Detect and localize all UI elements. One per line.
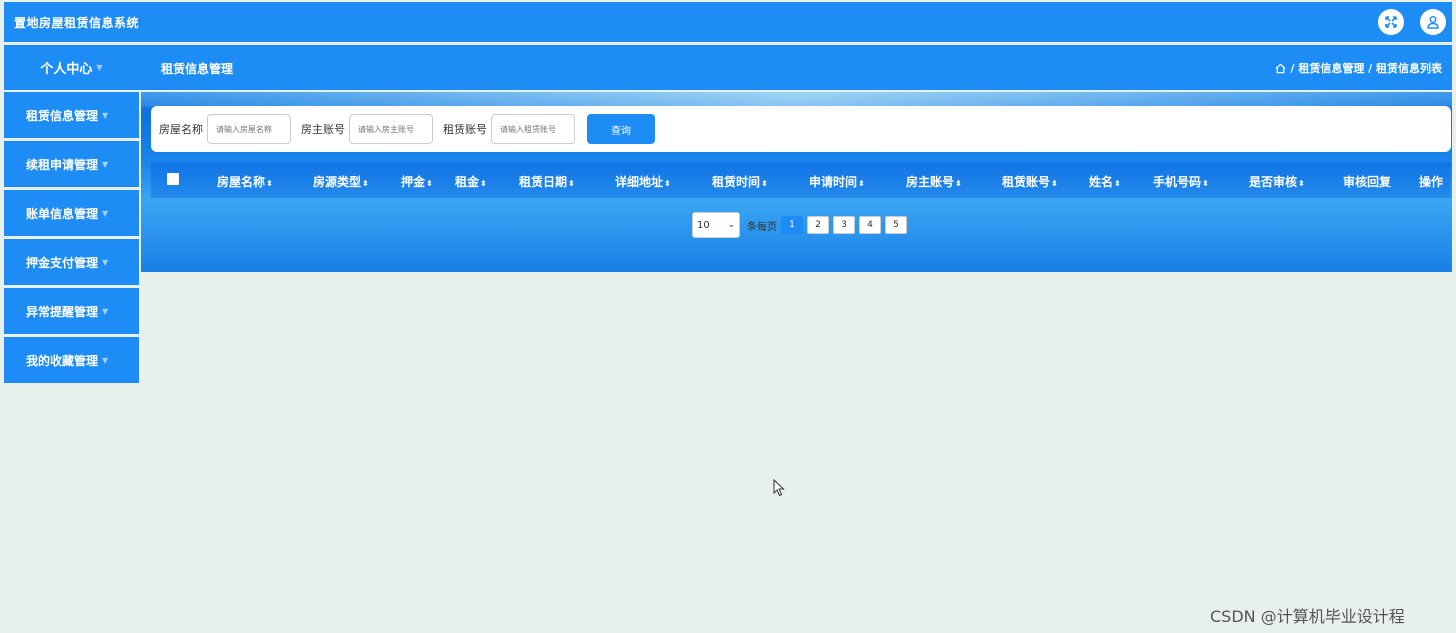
mouse-cursor-icon xyxy=(773,479,785,497)
column-header[interactable]: 租赁账号⬍ xyxy=(1002,173,1058,190)
user-icon[interactable] xyxy=(1420,9,1446,35)
column-header: 审核回复 xyxy=(1343,175,1392,189)
sidebar-item-label: 续租申请管理 xyxy=(26,157,99,172)
sidebar-item-label: 押金支付管理 xyxy=(26,255,99,270)
house-name-input[interactable] xyxy=(207,114,291,144)
table-header: 房屋名称⬍ 房源类型⬍ 押金⬍ 租金⬍ 租赁日期⬍ 详细地址⬍ 租赁时间⬍ 申请… xyxy=(151,162,1451,198)
column-header[interactable]: 租赁日期⬍ xyxy=(519,173,575,190)
query-button[interactable]: 查询 xyxy=(587,114,655,144)
caret-down-icon: ▼ xyxy=(102,159,109,169)
column-header[interactable]: 是否审核⬍ xyxy=(1249,173,1305,190)
sidebar-item-label: 异常提醒管理 xyxy=(26,304,99,319)
app-title: 置地房屋租赁信息系统 xyxy=(14,15,140,30)
column-header[interactable]: 租金⬍ xyxy=(455,173,487,190)
caret-down-icon: ▼ xyxy=(102,306,109,316)
renter-account-input[interactable] xyxy=(491,114,575,144)
column-header[interactable]: 押金⬍ xyxy=(401,173,433,190)
column-header[interactable]: 申请时间⬍ xyxy=(809,173,865,190)
column-header: 操作 xyxy=(1419,175,1444,189)
column-header[interactable]: 详细地址⬍ xyxy=(615,173,671,190)
nav-bar: 个人中心 ▼ 租赁信息管理 / 租赁信息管理 / 租赁信息列表 xyxy=(4,45,1452,90)
page-button[interactable]: 5 xyxy=(885,216,907,234)
page-section-title: 租赁信息管理 xyxy=(161,62,234,76)
page-button[interactable]: 4 xyxy=(859,216,881,234)
column-header[interactable]: 房源类型⬍ xyxy=(313,173,369,190)
top-bar: 置地房屋租赁信息系统 xyxy=(4,2,1452,42)
select-all-checkbox[interactable] xyxy=(167,173,179,185)
search-panel: 房屋名称 房主账号 租赁账号 查询 xyxy=(151,106,1451,152)
sidebar: 租赁信息管理 ▼ 续租申请管理 ▼ 账单信息管理 ▼ 押金支付管理 ▼ 异常提醒… xyxy=(4,92,139,386)
sidebar-item-label: 租赁信息管理 xyxy=(26,108,99,123)
watermark: CSDN @计算机毕业设计程 xyxy=(1210,607,1405,626)
page-button[interactable]: 1 xyxy=(781,216,803,234)
owner-account-label: 房主账号 xyxy=(301,123,345,136)
caret-down-icon: ▼ xyxy=(102,257,109,267)
caret-down-icon: ▼ xyxy=(96,63,103,72)
column-header[interactable]: 手机号码⬍ xyxy=(1153,173,1209,190)
sidebar-item-deposit[interactable]: 押金支付管理 ▼ xyxy=(4,239,139,285)
page-button[interactable]: 3 xyxy=(833,216,855,234)
sidebar-item-favorites[interactable]: 我的收藏管理 ▼ xyxy=(4,337,139,383)
breadcrumb: / 租赁信息管理 / 租赁信息列表 xyxy=(1275,60,1442,76)
fullscreen-icon[interactable] xyxy=(1378,9,1404,35)
main-panel: 房屋名称 房主账号 租赁账号 查询 房屋名称⬍ 房源类型⬍ 押金⬍ 租金⬍ 租赁… xyxy=(141,92,1452,272)
personal-center-menu[interactable]: 个人中心 ▼ xyxy=(4,45,139,90)
personal-center-label: 个人中心 xyxy=(40,62,93,77)
caret-down-icon: ▼ xyxy=(102,110,109,120)
column-header[interactable]: 租赁时间⬍ xyxy=(712,173,768,190)
pagination: 10 ⌄ 条每页 1 2 3 4 5 xyxy=(692,212,911,238)
sidebar-item-alerts[interactable]: 异常提醒管理 ▼ xyxy=(4,288,139,334)
sidebar-item-bills[interactable]: 账单信息管理 ▼ xyxy=(4,190,139,236)
sidebar-item-label: 账单信息管理 xyxy=(26,206,99,221)
chevron-down-icon: ⌄ xyxy=(727,220,735,230)
sidebar-item-rental-info[interactable]: 租赁信息管理 ▼ xyxy=(4,92,139,138)
sidebar-item-renewal[interactable]: 续租申请管理 ▼ xyxy=(4,141,139,187)
house-name-label: 房屋名称 xyxy=(159,123,203,136)
per-page-label: 条每页 xyxy=(747,221,777,233)
page-button[interactable]: 2 xyxy=(807,216,829,234)
home-icon[interactable] xyxy=(1275,63,1286,74)
column-header[interactable]: 房主账号⬍ xyxy=(906,173,962,190)
breadcrumb-path: / 租赁信息管理 / 租赁信息列表 xyxy=(1290,62,1442,75)
page-size-select[interactable]: 10 ⌄ xyxy=(692,212,740,238)
caret-down-icon: ▼ xyxy=(102,355,109,365)
owner-account-input[interactable] xyxy=(349,114,433,144)
caret-down-icon: ▼ xyxy=(102,208,109,218)
sidebar-item-label: 我的收藏管理 xyxy=(26,353,99,368)
column-header[interactable]: 姓名⬍ xyxy=(1089,173,1121,190)
renter-account-label: 租赁账号 xyxy=(443,123,487,136)
column-header[interactable]: 房屋名称⬍ xyxy=(217,173,273,190)
page-size-value: 10 xyxy=(697,219,710,231)
